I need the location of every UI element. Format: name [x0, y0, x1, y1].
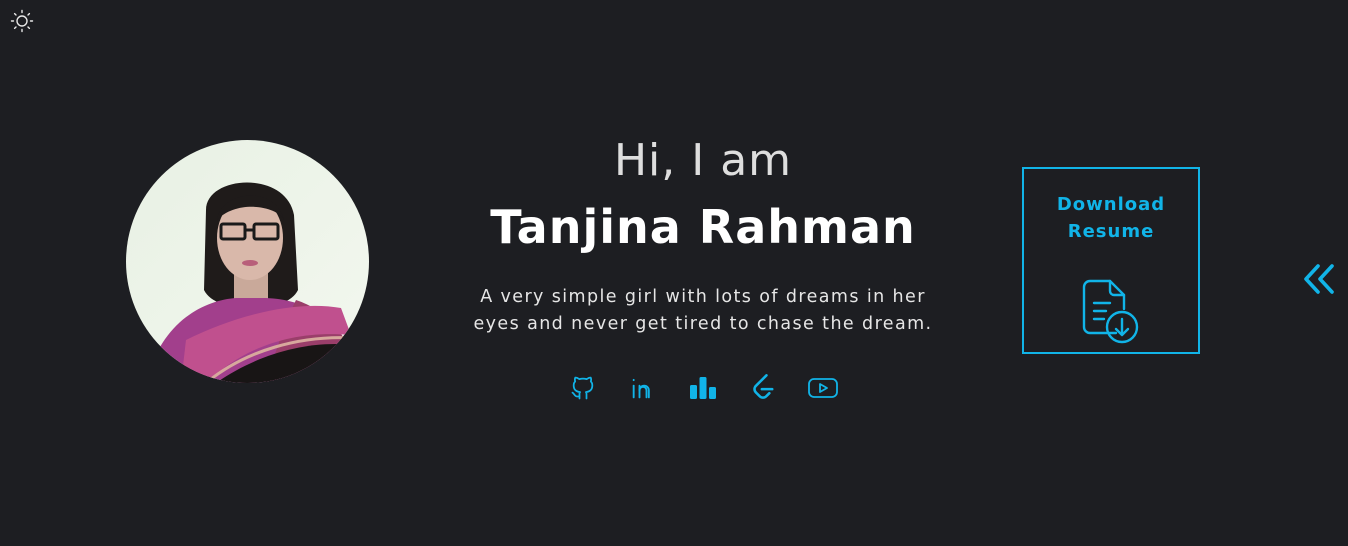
linkedin-link[interactable]	[627, 372, 659, 404]
hero-section: Hi, I am Tanjina Rahman A very simple gi…	[460, 132, 946, 404]
youtube-link[interactable]	[807, 372, 839, 404]
open-panel-button[interactable]	[1302, 262, 1336, 296]
double-chevron-left-icon	[1304, 264, 1334, 294]
person-name: Tanjina Rahman	[490, 200, 916, 254]
stats-icon	[690, 377, 716, 399]
social-links	[460, 372, 946, 404]
avatar	[126, 140, 369, 383]
theme-toggle-button[interactable]	[10, 9, 34, 33]
youtube-icon	[808, 378, 838, 398]
download-resume-button[interactable]: Download Resume	[1022, 167, 1200, 354]
stats-link[interactable]	[687, 372, 719, 404]
resume-label: Download Resume	[1024, 191, 1198, 245]
resume-label-line2: Resume	[1067, 221, 1155, 242]
resume-label-line1: Download	[1056, 194, 1166, 215]
linkedin-icon	[632, 378, 650, 399]
greeting-text: Hi, I am	[613, 135, 793, 186]
sun-icon	[10, 9, 34, 33]
github-icon	[571, 376, 594, 400]
leetcode-link[interactable]	[747, 372, 779, 404]
file-download-icon	[1082, 279, 1139, 344]
github-link[interactable]	[567, 372, 599, 404]
leetcode-icon	[753, 374, 774, 399]
resume-icon-wrap	[1024, 279, 1198, 349]
bio-text: A very simple girl with lots of dreams i…	[473, 287, 933, 334]
